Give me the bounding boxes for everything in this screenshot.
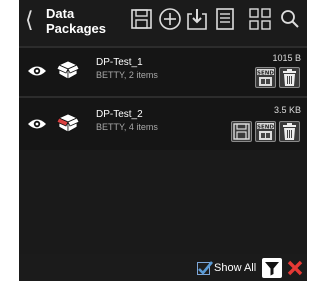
send-icon: SEND [257,123,274,140]
add-icon[interactable] [157,6,183,32]
trash-icon [283,69,296,86]
grid-icon[interactable] [247,6,273,32]
package-modified-icon [57,111,79,135]
eye-icon[interactable] [27,117,47,131]
package-size: 1015 B [272,53,301,63]
filter-button[interactable] [262,258,282,278]
data-packages-panel: ⟨ Data Packages DP-Test_1 BETTY, 2 items… [19,0,307,281]
delete-button[interactable] [279,121,300,142]
list-item[interactable]: DP-Test_2 BETTY, 4 items 3.5 KB SEND [19,98,307,150]
eye-icon[interactable] [27,64,47,78]
delete-button[interactable] [279,67,300,88]
checkmark-icon [198,260,213,275]
send-button[interactable]: SEND [255,121,276,142]
package-list: DP-Test_1 BETTY, 2 items 1015 B SEND DP-… [19,46,307,152]
save-icon[interactable] [129,6,155,32]
search-icon[interactable] [277,6,303,32]
header-bar: ⟨ Data Packages [19,0,307,46]
trash-icon [283,123,296,140]
send-icon: SEND [257,69,274,86]
save-button[interactable] [231,121,252,142]
package-details: BETTY, 4 items [96,122,158,132]
page-title-line-2: Packages [46,21,106,36]
package-details: BETTY, 2 items [96,70,158,80]
show-all-checkbox[interactable] [197,260,213,275]
package-name: DP-Test_1 [96,57,143,68]
close-icon [287,260,303,276]
show-all-toggle[interactable]: Show All [197,260,256,276]
page-title: Data Packages [46,6,106,36]
package-name: DP-Test_2 [96,109,143,120]
empty-list-area [19,150,307,254]
svg-text:SEND: SEND [257,124,274,130]
save-icon [233,123,250,140]
document-icon[interactable] [212,6,238,32]
filter-icon [265,262,279,276]
show-all-label: Show All [214,262,257,274]
page-title-line-1: Data [46,6,75,21]
import-icon[interactable] [184,6,210,32]
package-size: 3.5 KB [273,105,301,115]
chevron-left-icon[interactable]: ⟨ [25,8,34,32]
svg-text:SEND: SEND [257,70,274,76]
close-button[interactable] [285,258,305,278]
footer-bar: Show All [19,254,307,281]
list-item[interactable]: DP-Test_1 BETTY, 2 items 1015 B SEND [19,48,307,96]
package-icon [57,58,79,82]
send-button[interactable]: SEND [255,67,276,88]
